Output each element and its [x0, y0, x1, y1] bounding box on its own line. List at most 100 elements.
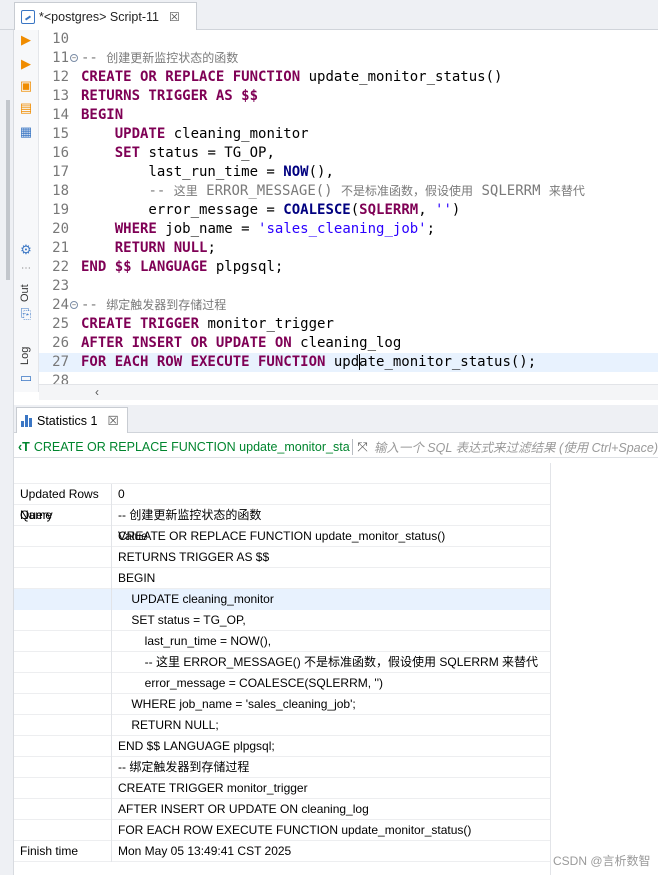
code-text: END $$ LANGUAGE plpgsql;	[81, 259, 284, 275]
fold-toggle-icon[interactable]: −	[70, 301, 78, 309]
cell-name	[14, 736, 112, 757]
query-label[interactable]: ‹T CREATE OR REPLACE FUNCTION update_moni…	[14, 440, 350, 454]
sql-editor[interactable]: 10 11− -- 创建更新监控状态的函数 12 CREATE OR REPLACE F…	[39, 30, 658, 392]
cell-name	[14, 694, 112, 715]
code-line[interactable]: 16 SET status = TG_OP,	[39, 144, 658, 163]
cell-value: WHERE job_name = 'sales_cleaning_job';	[118, 697, 356, 711]
fold-toggle-icon[interactable]: −	[70, 54, 78, 62]
cell-name: Query	[14, 505, 112, 526]
filter-input[interactable]: 输入一个 SQL 表达式来过滤结果 (使用 Ctrl+Space)	[374, 437, 658, 456]
statistics-tab[interactable]: Statistics 1 ☒	[16, 407, 128, 433]
code-line[interactable]: 19 error_message = COALESCE(SQLERRM, '')	[39, 201, 658, 220]
statistics-table: Name Value Updated Rows 0 Query -- 创建更新监控状态…	[14, 463, 550, 862]
line-number: 12	[52, 69, 69, 85]
execute-script-icon[interactable]: ▣	[18, 78, 34, 94]
log-panel-icon[interactable]: ▭	[18, 370, 34, 386]
line-number: 21	[52, 240, 69, 256]
sql-query-icon: ‹T	[18, 439, 30, 454]
table-row[interactable]: SET status = TG_OP,	[14, 610, 550, 631]
cell-name	[14, 778, 112, 799]
filter-bar: ‹T CREATE OR REPLACE FUNCTION update_moni…	[14, 436, 658, 458]
cell-name	[14, 715, 112, 736]
code-line[interactable]: 24− -- 绑定触发器到存储过程	[39, 296, 658, 315]
output-panel-label[interactable]: Out	[19, 284, 31, 302]
table-row[interactable]: RETURNS TRIGGER AS $$	[14, 547, 550, 568]
table-row[interactable]: Finish time Mon May 05 13:49:41 CST 2025	[14, 841, 550, 862]
code-line[interactable]: 25 CREATE TRIGGER monitor_trigger	[39, 315, 658, 334]
line-number: 11	[52, 50, 69, 66]
code-line[interactable]: 11− -- 创建更新监控状态的函数	[39, 49, 658, 68]
table-row[interactable]: Updated Rows 0	[14, 484, 550, 505]
table-row[interactable]: CREATE OR REPLACE FUNCTION update_monito…	[14, 526, 550, 547]
code-line[interactable]: 21 RETURN NULL;	[39, 239, 658, 258]
code-line[interactable]: 17 last_run_time = NOW(),	[39, 163, 658, 182]
table-empty-area	[550, 463, 658, 875]
cell-value: CREATE TRIGGER monitor_trigger	[118, 781, 308, 795]
code-line[interactable]: 14 BEGIN	[39, 106, 658, 125]
table-row[interactable]: END $$ LANGUAGE plpgsql;	[14, 736, 550, 757]
code-line[interactable]: 15 UPDATE cleaning_monitor	[39, 125, 658, 144]
code-line[interactable]: 12 CREATE OR REPLACE FUNCTION update_moni…	[39, 68, 658, 87]
line-number: 18	[52, 183, 69, 199]
table-row[interactable]: BEGIN	[14, 568, 550, 589]
close-icon[interactable]: ☒	[107, 413, 118, 428]
execute-statement-icon[interactable]: ▶	[18, 32, 34, 48]
explain-plan-icon[interactable]: ▦	[18, 124, 34, 140]
table-row[interactable]: error_message = COALESCE(SQLERRM, '')	[14, 673, 550, 694]
table-row[interactable]: UPDATE cleaning_monitor	[14, 589, 550, 610]
line-number: 17	[52, 164, 69, 180]
code-line[interactable]: 27 FOR EACH ROW EXECUTE FUNCTION update_m…	[39, 353, 658, 372]
line-number: 15	[52, 126, 69, 142]
table-row[interactable]: Query -- 创建更新监控状态的函数	[14, 505, 550, 526]
line-number: 13	[52, 88, 69, 104]
watermark: CSDN @言析数智	[553, 854, 651, 868]
gear-icon[interactable]: ⚙	[18, 242, 34, 258]
table-row[interactable]: last_run_time = NOW(),	[14, 631, 550, 652]
script-tab[interactable]: *<postgres> Script-11 ☒	[14, 2, 197, 30]
table-row[interactable]: WHERE job_name = 'sales_cleaning_job';	[14, 694, 550, 715]
expand-icon[interactable]: ⤧	[357, 439, 367, 455]
more-icon[interactable]: ⋯	[18, 260, 34, 276]
execute-statement-new-tab-icon[interactable]: ▶	[18, 56, 34, 72]
code-text: -- 绑定触发器到存储过程	[81, 297, 227, 313]
table-row[interactable]: -- 绑定触发器到存储过程	[14, 757, 550, 778]
table-row[interactable]: CREATE TRIGGER monitor_trigger	[14, 778, 550, 799]
code-line[interactable]: 13 RETURNS TRIGGER AS $$	[39, 87, 658, 106]
editor-horizontal-scrollbar[interactable]: ‹	[39, 384, 658, 400]
table-row[interactable]: AFTER INSERT OR UPDATE ON cleaning_log	[14, 799, 550, 820]
sql-script-icon	[21, 9, 35, 24]
cell-value: AFTER INSERT OR UPDATE ON cleaning_log	[118, 802, 369, 816]
table-row[interactable]: -- 这里 ERROR_MESSAGE() 不是标准函数，假设使用 SQLERR…	[14, 652, 550, 673]
cell-value: -- 这里 ERROR_MESSAGE() 不是标准函数，假设使用 SQLERR…	[118, 655, 539, 669]
cell-value: Mon May 05 13:49:41 CST 2025	[118, 844, 292, 858]
left-scroll-handle[interactable]	[6, 100, 10, 280]
code-line[interactable]: 26 AFTER INSERT OR UPDATE ON cleaning_log	[39, 334, 658, 353]
code-line[interactable]: 23	[39, 277, 658, 296]
cell-name: Updated Rows	[14, 484, 112, 505]
output-panel-icon[interactable]: ⎘	[18, 306, 34, 322]
cell-value: END $$ LANGUAGE plpgsql;	[118, 739, 275, 753]
code-text: FOR EACH ROW EXECUTE FUNCTION update_mon…	[81, 354, 537, 370]
code-line[interactable]: 20 WHERE job_name = 'sales_cleaning_job'…	[39, 220, 658, 239]
table-row[interactable]: RETURN NULL;	[14, 715, 550, 736]
cell-value: SET status = TG_OP,	[118, 613, 246, 627]
log-panel-label[interactable]: Log	[19, 347, 31, 365]
close-icon[interactable]: ☒	[169, 10, 180, 24]
cell-name	[14, 820, 112, 841]
code-line[interactable]: 22 END $$ LANGUAGE plpgsql;	[39, 258, 658, 277]
cell-name	[14, 652, 112, 673]
code-line[interactable]: 10	[39, 30, 658, 49]
code-line[interactable]: 18 -- 这里 ERROR_MESSAGE() 不是标准函数，假设使用 SQL…	[39, 182, 658, 201]
execute-script-tabs-icon[interactable]: ▤	[18, 100, 34, 116]
editor-tab-bar: *<postgres> Script-11 ☒	[0, 0, 658, 30]
table-row[interactable]: FOR EACH ROW EXECUTE FUNCTION update_mon…	[14, 820, 550, 841]
cell-name	[14, 610, 112, 631]
cell-name: Finish time	[14, 841, 112, 862]
line-number: 26	[52, 335, 69, 351]
line-number: 20	[52, 221, 69, 237]
code-text: UPDATE cleaning_monitor	[114, 126, 309, 142]
code-text: -- 创建更新监控状态的函数	[81, 50, 239, 66]
scroll-left-icon[interactable]: ‹	[95, 385, 99, 399]
statistics-tab-label: Statistics 1	[37, 413, 98, 428]
line-number: 27	[52, 354, 69, 370]
